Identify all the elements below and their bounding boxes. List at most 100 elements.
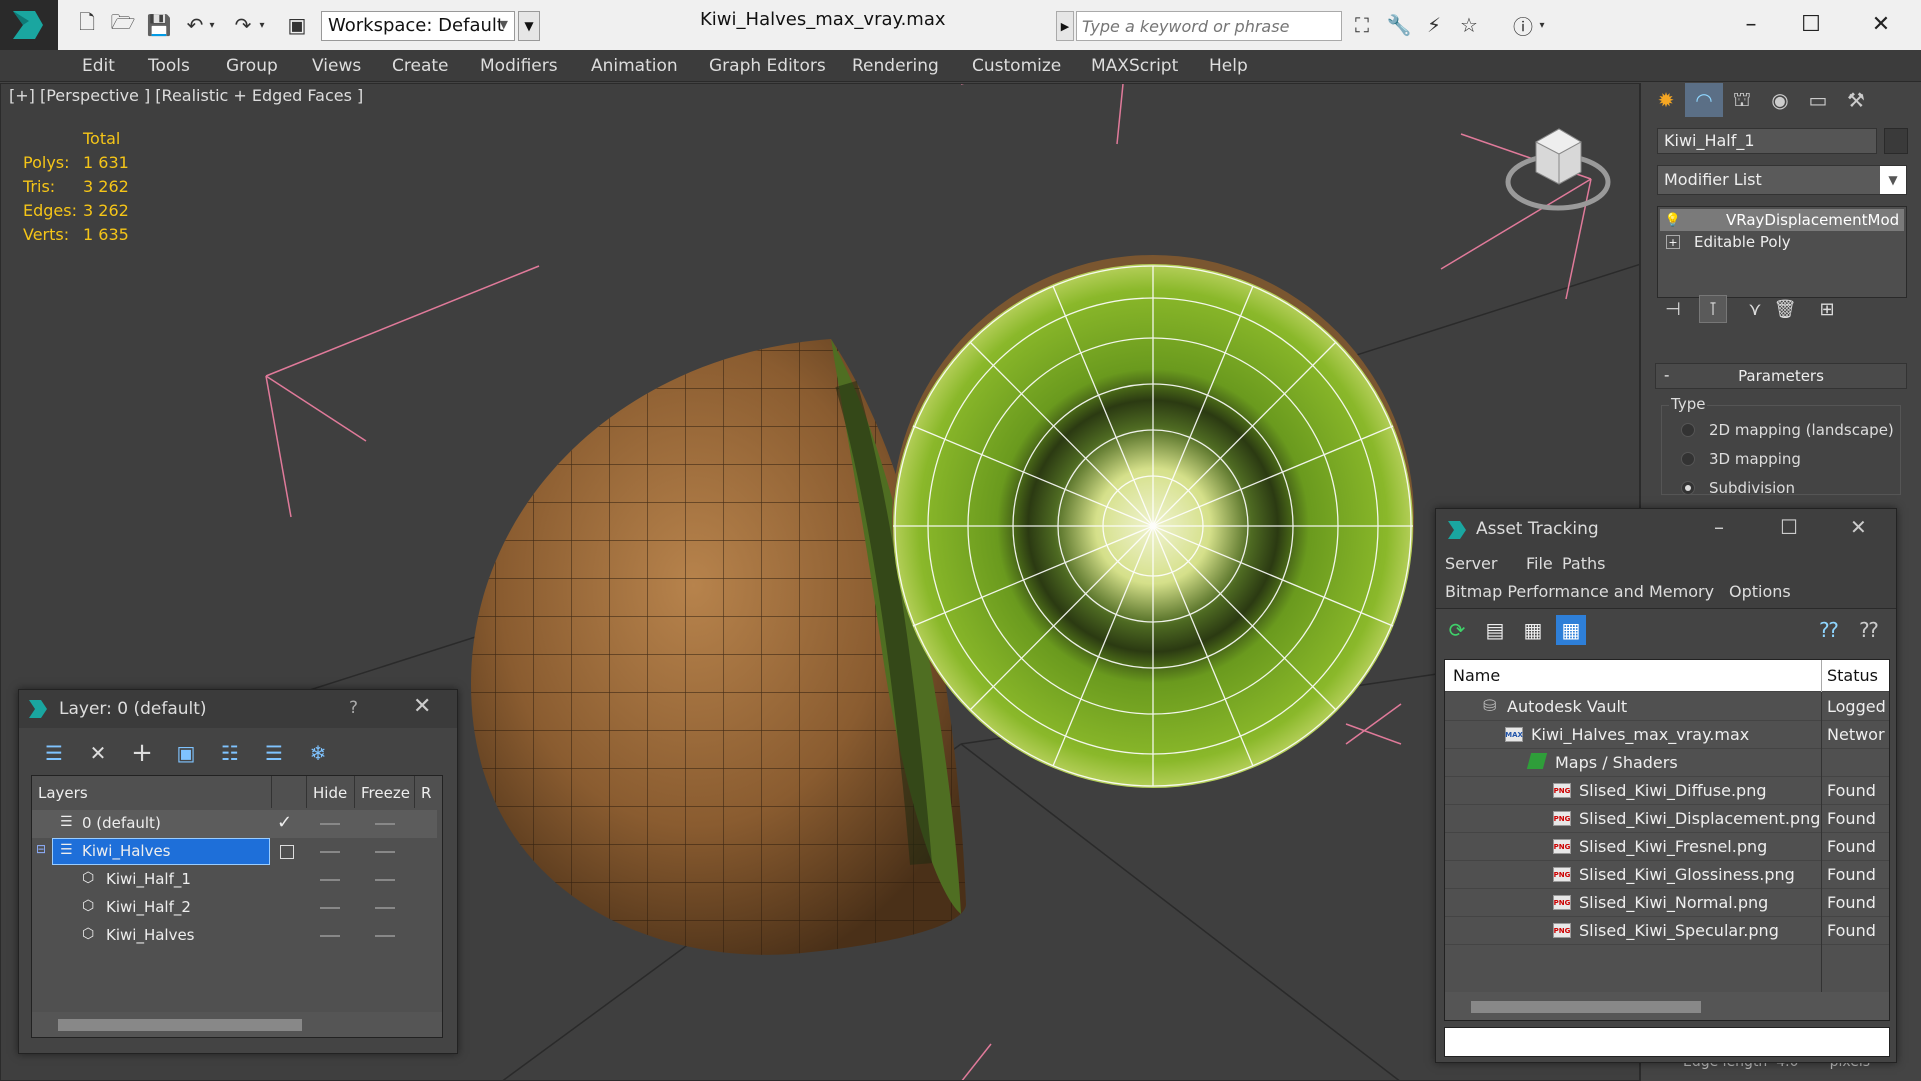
asset-row[interactable]: PNG Slised_Kiwi_Fresnel.png Found: [1445, 833, 1889, 861]
asset-row[interactable]: PNG Slised_Kiwi_Displacement.png Found: [1445, 805, 1889, 833]
asset-row[interactable]: PNG Slised_Kiwi_Normal.png Found: [1445, 889, 1889, 917]
redo-icon[interactable]: ↷: [228, 10, 258, 40]
hide-toggle[interactable]: [320, 823, 340, 825]
refresh-icon[interactable]: ⟳: [1442, 615, 1472, 645]
asset-row[interactable]: Maps / Shaders: [1445, 749, 1889, 777]
minimize-button[interactable]: –: [1728, 6, 1774, 42]
save-file-icon[interactable]: 💾: [144, 10, 174, 40]
new-file-icon[interactable]: 🗋: [72, 10, 102, 40]
help-button[interactable]: ?: [349, 698, 358, 718]
stack-item-vraydisplacementmod[interactable]: 💡 VRayDisplacementMod: [1660, 209, 1904, 231]
freeze-toggle[interactable]: [375, 851, 395, 853]
menu-rendering[interactable]: Rendering: [852, 56, 939, 76]
favorites-star-icon[interactable]: ☆: [1454, 10, 1484, 40]
radio-2d-mapping[interactable]: 2D mapping (landscape): [1681, 421, 1894, 439]
parameters-rollout-header[interactable]: - Parameters: [1655, 363, 1907, 389]
undo-dropdown-icon[interactable]: ▾: [205, 10, 219, 40]
layer-row[interactable]: ☰ 0 (default) ✓: [32, 810, 437, 838]
asset-row[interactable]: MAX Kiwi_Halves_max_vray.max Networ: [1445, 721, 1889, 749]
help-icon[interactable]: ⓘ: [1508, 10, 1538, 40]
asset-row[interactable]: ⛁ Autodesk Vault Logged: [1445, 693, 1889, 721]
column-header-current[interactable]: [272, 776, 307, 808]
freeze-toggle[interactable]: [375, 879, 395, 881]
set-current-checkbox[interactable]: [280, 845, 294, 859]
menu-file[interactable]: File: [1526, 554, 1553, 573]
menu-paths[interactable]: Paths: [1562, 554, 1605, 573]
radio-3d-mapping[interactable]: 3D mapping: [1681, 450, 1801, 468]
settings-help-icon[interactable]: ⁇: [1854, 615, 1884, 645]
motion-tab-icon[interactable]: ◉: [1761, 83, 1799, 117]
create-tab-icon[interactable]: ✹: [1647, 83, 1685, 117]
menu-help[interactable]: Help: [1209, 56, 1248, 76]
menu-tools[interactable]: Tools: [148, 56, 190, 76]
modify-tab-icon[interactable]: ◠: [1685, 83, 1723, 117]
binoculars-icon[interactable]: ⛶: [1347, 10, 1377, 40]
scrollbar-thumb[interactable]: [1471, 1001, 1701, 1013]
lightbulb-icon[interactable]: 💡: [1660, 213, 1686, 228]
thumbnail-view-icon[interactable]: ▦: [1518, 615, 1548, 645]
menu-maxscript[interactable]: MAXScript: [1091, 56, 1178, 76]
asset-row[interactable]: PNG Slised_Kiwi_Glossiness.png Found: [1445, 861, 1889, 889]
scrollbar-thumb[interactable]: [58, 1019, 302, 1031]
collapse-minus-icon[interactable]: ⊟: [36, 842, 46, 856]
create-layer-icon[interactable]: ☰: [39, 738, 69, 768]
configure-modifier-sets-icon[interactable]: ⊞: [1813, 295, 1841, 323]
column-header-name[interactable]: Name: [1453, 666, 1500, 685]
expand-plus-icon[interactable]: +: [1666, 235, 1680, 249]
close-button[interactable]: ✕: [1858, 6, 1904, 42]
asset-path-field[interactable]: [1444, 1027, 1890, 1057]
open-file-icon[interactable]: 🗁: [108, 10, 138, 40]
horizontal-scrollbar[interactable]: [32, 1012, 442, 1037]
hide-toggle[interactable]: [320, 907, 340, 909]
freeze-all-icon[interactable]: ❄: [303, 738, 333, 768]
workspace-menu-button[interactable]: ▼: [518, 11, 540, 41]
menu-animation[interactable]: Animation: [591, 56, 678, 76]
menu-options[interactable]: Options: [1729, 582, 1791, 601]
delete-layer-icon[interactable]: ✕: [83, 738, 113, 768]
minimize-button[interactable]: –: [1714, 515, 1724, 539]
asset-row[interactable]: PNG Slised_Kiwi_Specular.png Found: [1445, 917, 1889, 945]
freeze-toggle[interactable]: [375, 907, 395, 909]
object-color-swatch[interactable]: [1884, 128, 1908, 154]
utilities-tab-icon[interactable]: ⚒: [1837, 83, 1875, 117]
kiwi-half-skin[interactable]: [471, 339, 966, 955]
kiwi-slice[interactable]: [892, 255, 1414, 788]
checkmark-icon[interactable]: ✓: [277, 812, 292, 833]
layer-row[interactable]: ⊟ ☰ Kiwi_Halves: [32, 838, 437, 866]
layer-window-titlebar[interactable]: Layer: 0 (default) ? ✕: [19, 690, 457, 728]
search-input[interactable]: [1076, 11, 1342, 41]
object-name-field[interactable]: Kiwi_Half_1: [1657, 128, 1877, 154]
menu-modifiers[interactable]: Modifiers: [480, 56, 558, 76]
highlight-layers-icon[interactable]: ☷: [215, 738, 245, 768]
modifier-list-dropdown[interactable]: Modifier List ▼: [1657, 165, 1907, 195]
display-tab-icon[interactable]: ▭: [1799, 83, 1837, 117]
menu-edit[interactable]: Edit: [82, 56, 115, 76]
add-to-layer-icon[interactable]: +: [127, 738, 157, 768]
close-button[interactable]: ✕: [413, 694, 431, 719]
menu-views[interactable]: Views: [312, 56, 361, 76]
menu-bitmap-performance[interactable]: Bitmap Performance and Memory: [1445, 582, 1714, 601]
app-logo-button[interactable]: [0, 0, 58, 50]
layer-row[interactable]: ⬡ Kiwi_Half_2: [32, 894, 437, 922]
redo-dropdown-icon[interactable]: ▾: [255, 10, 269, 40]
column-header-render[interactable]: R: [415, 776, 442, 808]
make-unique-icon[interactable]: ⋎: [1741, 295, 1769, 323]
hierarchy-tab-icon[interactable]: ⛫: [1723, 83, 1761, 117]
show-end-result-icon[interactable]: ⊺: [1699, 295, 1727, 323]
view-cube[interactable]: [1505, 128, 1611, 211]
close-button[interactable]: ✕: [1850, 515, 1867, 539]
project-folder-icon[interactable]: ▣: [282, 10, 312, 40]
help-dropdown-icon[interactable]: ▾: [1535, 10, 1549, 40]
asset-row[interactable]: PNG Slised_Kiwi_Diffuse.png Found: [1445, 777, 1889, 805]
remove-modifier-icon[interactable]: 🗑: [1771, 295, 1799, 323]
viewport-label[interactable]: [+] [Perspective ] [Realistic + Edged Fa…: [9, 86, 363, 105]
horizontal-scrollbar[interactable]: [1445, 992, 1889, 1020]
menu-create[interactable]: Create: [392, 56, 449, 76]
select-objects-icon[interactable]: ▣: [171, 738, 201, 768]
freeze-toggle[interactable]: [375, 823, 395, 825]
menu-customize[interactable]: Customize: [972, 56, 1061, 76]
menu-graph-editors[interactable]: Graph Editors: [709, 56, 826, 76]
vault-help-icon[interactable]: ⁇: [1814, 615, 1844, 645]
list-view-icon[interactable]: ▤: [1480, 615, 1510, 645]
workspace-dropdown[interactable]: Workspace: Default ▼: [321, 11, 515, 41]
